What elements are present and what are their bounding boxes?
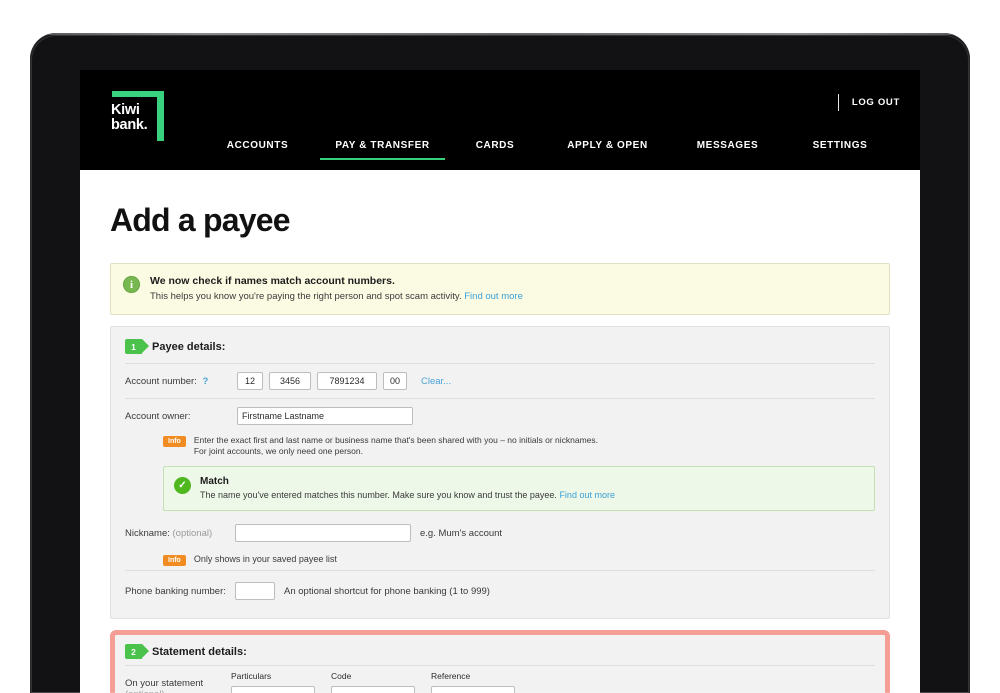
logo-text-line2: bank. [111, 118, 147, 133]
notice-find-out-more-link[interactable]: Find out more [464, 291, 523, 302]
nav-label-pay-and-transfer: PAY & TRANSFER [335, 140, 429, 151]
browser-viewport: Kiwi bank. LOG OUT ACCOUNTS PAY & TRANSF… [80, 70, 920, 693]
payee-details-heading: 1 Payee details: [125, 337, 875, 363]
nickname-info: Info Only shows in your saved payee list [125, 550, 875, 570]
notice-subtitle: This helps you know you're paying the ri… [150, 291, 523, 302]
info-circle-icon: i [123, 276, 140, 293]
logout-button[interactable]: LOG OUT [852, 97, 900, 108]
nickname-info-text: Only shows in your saved payee list [194, 554, 337, 565]
phone-banking-label: Phone banking number: [125, 586, 235, 597]
page-title: Add a payee [110, 202, 920, 239]
account-branch-input[interactable] [269, 372, 311, 390]
statement-row-1-label-wrap: On your statement (optional) [125, 678, 231, 693]
nav-item-cards[interactable]: CARDS [445, 140, 545, 160]
phone-banking-hint: An optional shortcut for phone banking (… [284, 586, 490, 597]
nav-underline-apply-and-open [545, 158, 670, 161]
clear-account-link[interactable]: Clear... [421, 376, 451, 387]
match-find-out-more-link[interactable]: Find out more [559, 490, 615, 500]
notice-subtitle-text: This helps you know you're paying the ri… [150, 291, 462, 302]
account-number-label: Account number: [125, 376, 197, 387]
account-suffix-input[interactable] [383, 372, 407, 390]
nav-underline-pay-and-transfer [320, 158, 445, 161]
nickname-label: Nickname: [125, 528, 170, 539]
statement-details-heading: 2 Statement details: [125, 642, 875, 665]
nav-item-accounts[interactable]: ACCOUNTS [195, 140, 320, 160]
statement-details-panel: 2 Statement details: On your statement (… [110, 630, 890, 693]
nav-label-accounts: ACCOUNTS [227, 140, 288, 151]
statement-reference-input-1[interactable] [431, 686, 515, 693]
phone-banking-row: Phone banking number: An optional shortc… [125, 570, 875, 606]
step-badge-1: 1 [125, 339, 142, 354]
account-owner-row: Account owner: [125, 398, 875, 433]
page-content: Add a payee i We now check if names matc… [80, 202, 920, 693]
logo-text-line1: Kiwi [111, 103, 147, 118]
statement-col-code: Code [331, 671, 415, 693]
statement-col-particulars: Particulars [231, 671, 315, 693]
statement-col-reference: Reference [431, 671, 515, 693]
match-subtitle-text: The name you've entered matches this num… [200, 490, 557, 500]
check-circle-icon: ✓ [174, 477, 191, 494]
match-body: Match The name you've entered matches th… [200, 476, 615, 500]
notice-title: We now check if names match account numb… [150, 275, 523, 287]
account-number-fields: Clear... [237, 372, 451, 390]
logout-area: LOG OUT [838, 94, 900, 111]
statement-row-1-optional: (optional) [125, 689, 165, 693]
account-owner-input[interactable] [237, 407, 413, 425]
site-header: Kiwi bank. LOG OUT ACCOUNTS PAY & TRANSF… [80, 70, 920, 170]
phone-banking-input[interactable] [235, 582, 275, 600]
logout-divider [838, 94, 839, 111]
account-owner-info: Info Enter the exact first and last name… [125, 433, 875, 464]
kiwibank-logo[interactable]: Kiwi bank. [105, 91, 167, 149]
statement-col-reference-header: Reference [431, 671, 515, 681]
statement-particulars-input-1[interactable] [231, 686, 315, 693]
notice-body: We now check if names match account numb… [150, 275, 523, 302]
nav-label-settings: SETTINGS [813, 140, 868, 151]
account-owner-info-text: Enter the exact first and last name or b… [194, 435, 598, 457]
account-bank-input[interactable] [237, 372, 263, 390]
nav-underline-accounts [195, 158, 320, 161]
statement-row-1-label: On your statement [125, 678, 203, 689]
main-navigation: ACCOUNTS PAY & TRANSFER CARDS APPLY & OP… [195, 140, 920, 170]
statement-col-particulars-header: Particulars [231, 671, 315, 681]
nav-label-messages: MESSAGES [697, 140, 758, 151]
statement-details-title: Statement details: [152, 646, 247, 658]
nickname-row: Nickname: (optional) e.g. Mum's account [125, 514, 875, 550]
nav-underline-messages [670, 158, 785, 161]
account-number-input[interactable] [317, 372, 377, 390]
nickname-label-wrap: Nickname: (optional) [125, 528, 235, 539]
statement-row-1-fields: Particulars Code Reference [231, 671, 515, 693]
nav-item-apply-and-open[interactable]: APPLY & OPEN [545, 140, 670, 160]
nickname-optional-label: (optional) [173, 528, 213, 539]
nav-underline-cards [445, 158, 545, 161]
name-match-box: ✓ Match The name you've entered matches … [163, 466, 875, 511]
statement-row-1: On your statement (optional) Particulars… [125, 665, 875, 693]
account-owner-info-line2: For joint accounts, we only need one per… [194, 446, 598, 457]
nav-item-settings[interactable]: SETTINGS [785, 140, 895, 160]
form-container: i We now check if names match account nu… [110, 263, 890, 693]
info-badge-owner: Info [163, 436, 186, 447]
match-title: Match [200, 476, 615, 487]
info-badge-nickname: Info [163, 555, 186, 566]
nav-item-messages[interactable]: MESSAGES [670, 140, 785, 160]
account-number-row: Account number: ? Clear... [125, 363, 875, 398]
account-owner-info-line1: Enter the exact first and last name or b… [194, 435, 598, 446]
name-check-notice: i We now check if names match account nu… [110, 263, 890, 315]
statement-code-input-1[interactable] [331, 686, 415, 693]
logo-text: Kiwi bank. [111, 103, 147, 133]
nickname-input[interactable] [235, 524, 411, 542]
nav-underline-settings [785, 158, 895, 161]
step-badge-2: 2 [125, 644, 142, 659]
statement-col-code-header: Code [331, 671, 415, 681]
nav-label-apply-and-open: APPLY & OPEN [567, 140, 648, 151]
account-number-label-wrap: Account number: ? [125, 376, 221, 387]
nickname-hint: e.g. Mum's account [420, 528, 502, 539]
payee-details-panel: 1 Payee details: Account number: ? [110, 326, 890, 619]
nav-label-cards: CARDS [476, 140, 515, 151]
account-owner-label: Account owner: [125, 411, 221, 422]
payee-details-title: Payee details: [152, 341, 225, 353]
nav-item-pay-and-transfer[interactable]: PAY & TRANSFER [320, 140, 445, 160]
match-subtitle: The name you've entered matches this num… [200, 490, 615, 500]
help-question-icon[interactable]: ? [202, 376, 208, 387]
tablet-device-frame: Kiwi bank. LOG OUT ACCOUNTS PAY & TRANSF… [30, 33, 970, 693]
